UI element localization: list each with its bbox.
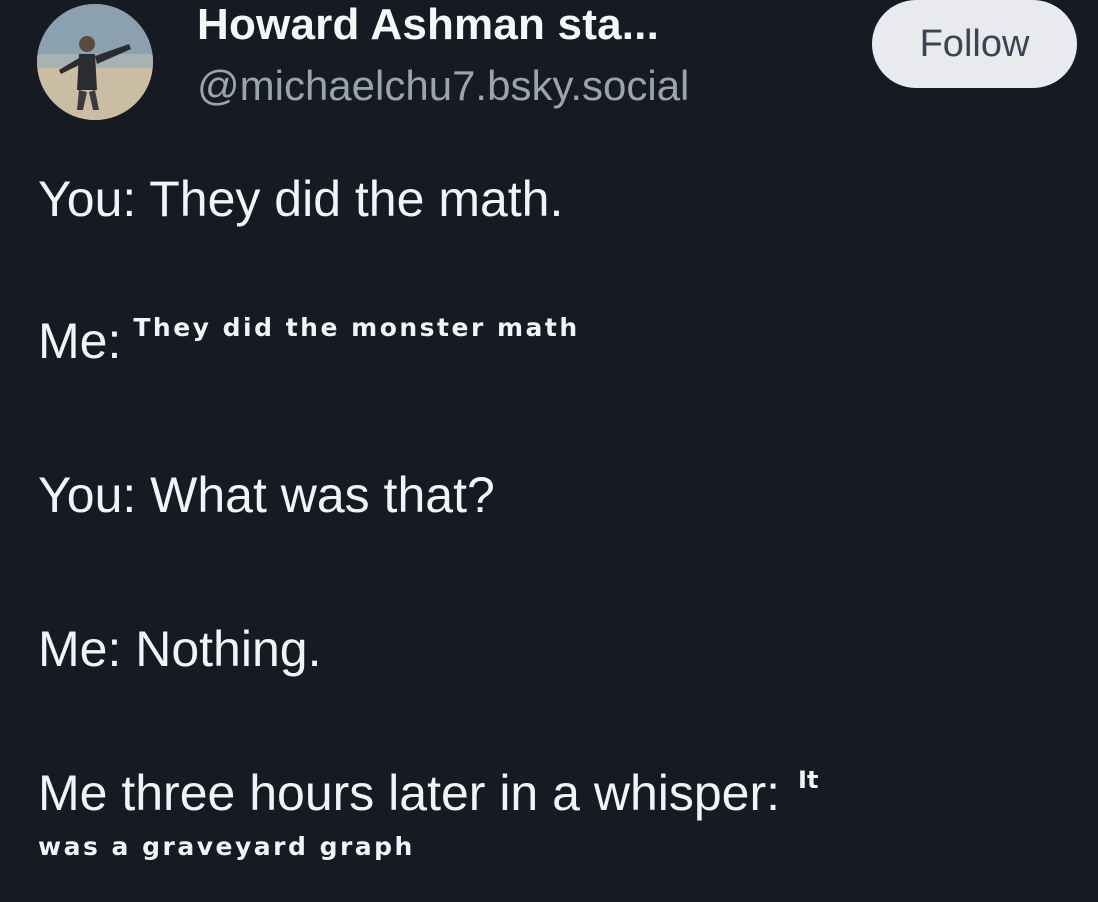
line-5-tiny-text: It bbox=[798, 766, 819, 794]
post-text-line-5: Me three hours later in a whisper: It bbox=[38, 764, 818, 822]
author-handle[interactable]: @michaelchu7.bsky.social bbox=[197, 62, 689, 110]
post-text-line-1: You: They did the math. bbox=[38, 171, 564, 227]
line-2-small-text: They did the monster math bbox=[133, 313, 580, 342]
post-text-line-6: was a graveyard graph bbox=[38, 832, 415, 861]
post-card: Howard Ashman sta... @michaelchu7.bsky.s… bbox=[0, 0, 1098, 902]
line-2-prefix: Me: bbox=[38, 313, 122, 369]
post-text-line-3: You: What was that? bbox=[38, 467, 495, 523]
avatar-photo-icon bbox=[37, 4, 153, 120]
line-5-prefix: Me three hours later in a whisper: bbox=[38, 765, 781, 821]
follow-button[interactable]: Follow bbox=[872, 0, 1077, 88]
post-text-line-4: Me: Nothing. bbox=[38, 621, 322, 677]
author-avatar[interactable] bbox=[37, 4, 153, 120]
post-text-line-2: Me: They did the monster math bbox=[38, 312, 580, 370]
author-display-name[interactable]: Howard Ashman sta... bbox=[197, 0, 659, 50]
